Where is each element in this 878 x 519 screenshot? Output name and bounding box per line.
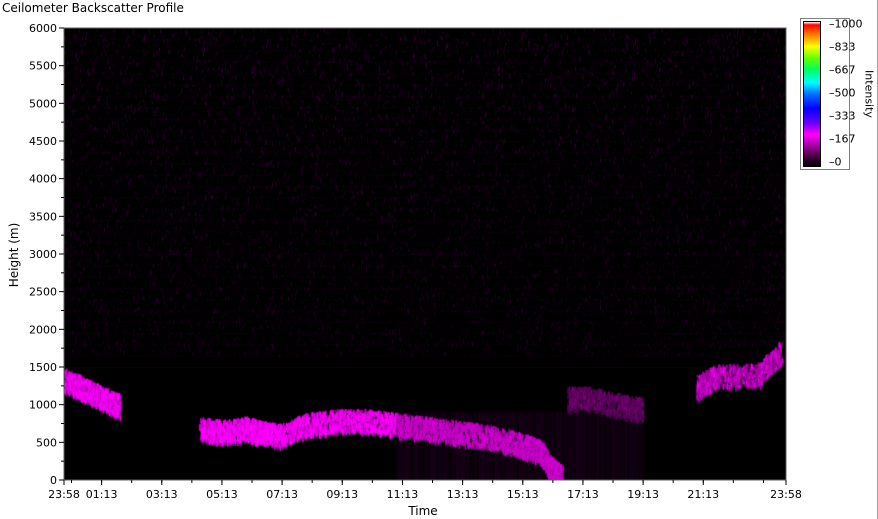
colorbar-tick-label: –167 [829,132,856,146]
x-tick-label: 09:13 [326,488,358,501]
x-tick-label: 13:13 [447,488,479,501]
x-tick-label: 03:13 [146,488,178,501]
y-tick-label: 3000 [29,248,57,261]
y-tick-label: 1500 [29,361,57,374]
x-tick-label: 15:13 [507,488,539,501]
x-tick-label: 23:58 [48,488,80,501]
colorbar-scale [803,21,821,167]
y-tick-label: 2000 [29,323,57,336]
x-tick-label: 23:58 [770,488,802,501]
axes: 0 500 1000 1500 2000 2500 3000 3500 4000 4500 5000… [29,22,802,501]
colorbar-tick-label: –1000 [829,17,863,31]
x-tick-label: 07:13 [266,488,298,501]
y-axis-label: Height (m) [7,222,21,288]
y-tick-label: 3500 [29,210,57,223]
x-tick-label: 17:13 [567,488,599,501]
plot-border [63,27,787,481]
y-tick-label: 0 [50,474,57,487]
colorbar-title: Intensity [862,70,876,118]
y-tick-label: 1000 [29,399,57,412]
x-tick-label: 11:13 [387,488,419,501]
y-tick-label: 2500 [29,286,57,299]
y-tick-label: 4000 [29,173,57,186]
x-tick-label: 19:13 [627,488,659,501]
colorbar-tick-label: –667 [829,63,856,77]
colorbar-tick-label: –833 [829,40,856,54]
x-axis-label: Time [408,504,438,518]
colorbar-tick-label: –333 [829,109,856,123]
y-tick-label: 5000 [29,97,57,110]
y-tick-label: 4500 [29,135,57,148]
y-tick-label: 5500 [29,60,57,73]
colorbar-tick-label: –0 [829,155,842,169]
colorbar-tick-label: –500 [829,86,856,100]
x-tick-label: 01:13 [86,488,118,501]
x-tick-label: 21:13 [687,488,719,501]
y-tick-label: 6000 [29,22,57,35]
x-tick-label: 05:13 [206,488,238,501]
y-tick-label: 500 [36,436,57,449]
